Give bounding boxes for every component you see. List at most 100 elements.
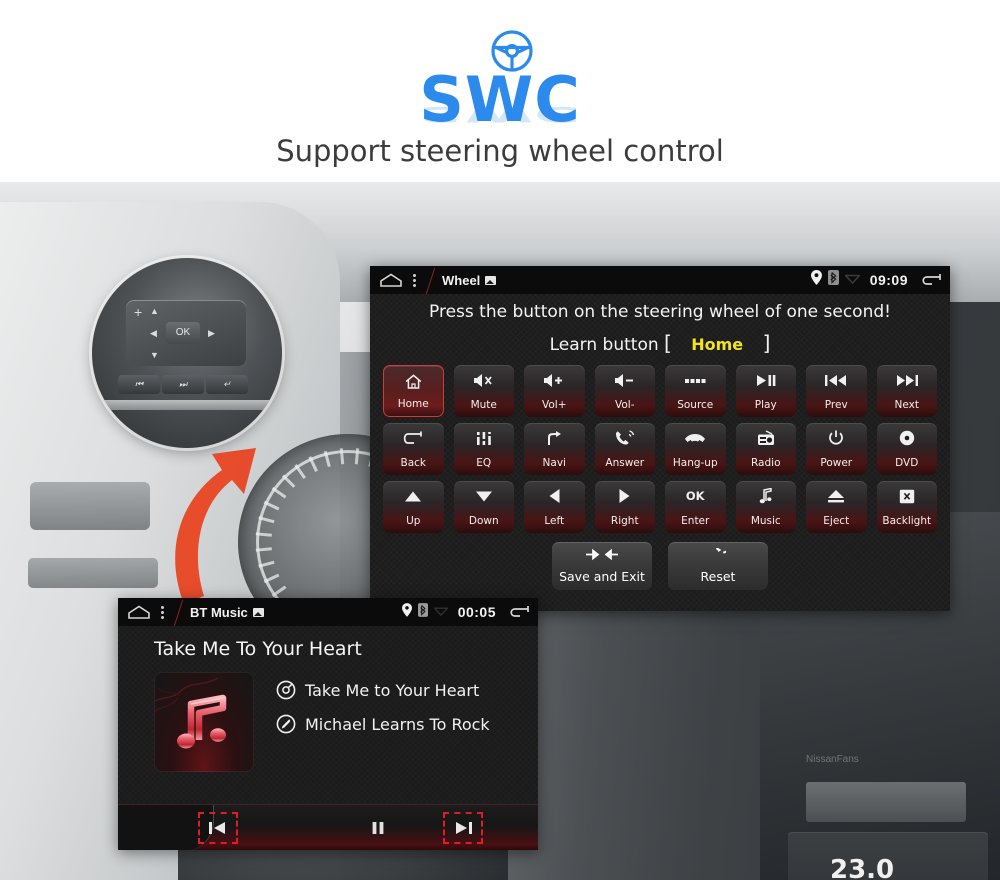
key-backlight[interactable]: Backlight (876, 481, 938, 533)
wheel-statusbar-clock: 09:09 (869, 272, 908, 288)
statusbar-divider (172, 598, 188, 626)
key-up[interactable]: Up (383, 481, 444, 533)
key-label: Radio (750, 457, 781, 469)
key-label: EQ (476, 457, 492, 469)
key-label: Prev (824, 399, 848, 411)
eject-icon (806, 488, 867, 506)
inset-arrow-down-icon: ▼ (150, 350, 159, 360)
key-label: Source (677, 399, 714, 411)
radio-icon (736, 430, 797, 448)
key-label: Home (397, 398, 429, 410)
inset-arrow-left-icon: ◀ (150, 328, 157, 338)
key-vol-up[interactable]: Vol+ (524, 365, 585, 417)
key-prev[interactable]: Prev (806, 365, 867, 417)
key-hangup[interactable]: Hang-up (665, 423, 726, 475)
climate-temperature: 23.0 (830, 855, 895, 880)
reset-button[interactable]: Reset (668, 539, 768, 590)
key-play[interactable]: Play (735, 365, 796, 417)
save-exit-arrows-icon (552, 548, 652, 565)
home-icon (384, 373, 443, 391)
key-label: Power (820, 457, 853, 469)
back-arrow-icon[interactable] (920, 273, 942, 288)
key-home[interactable]: Home (383, 365, 444, 417)
key-left[interactable]: Left (524, 481, 585, 533)
backlight-icon (877, 488, 938, 506)
photo-watermark: NissanFans (806, 754, 859, 765)
red-pointer-arrow-icon (160, 408, 340, 608)
key-right[interactable]: Right (594, 481, 656, 533)
now-playing-title: Take Me To Your Heart (154, 638, 362, 660)
disc-icon (276, 680, 296, 700)
key-label: Mute (470, 399, 497, 411)
player-control-bar (118, 804, 538, 850)
key-navi[interactable]: Navi (524, 423, 585, 475)
key-answer[interactable]: Answer (594, 423, 656, 475)
track-metadata: Take Me to Your Heart Michael Learns To … (254, 672, 490, 772)
instruction-text: Press the button on the steering wheel o… (429, 302, 891, 322)
swc-learning-screen: Wheel 09:09 Press the button on the stee… (370, 266, 950, 611)
key-vol-down[interactable]: Vol- (594, 365, 656, 417)
arrow-down-icon (454, 488, 515, 506)
key-label: Next (894, 399, 919, 411)
key-label: Navi (542, 457, 566, 469)
more-vertical-icon[interactable] (404, 266, 424, 294)
play-pause-button[interactable] (308, 812, 448, 844)
key-label: Hang-up (672, 457, 718, 469)
next-track-button[interactable] (443, 812, 483, 844)
key-enter[interactable]: OK Enter (665, 481, 726, 533)
bluetooth-icon (417, 602, 428, 622)
statusbar-icon-group (401, 602, 449, 622)
key-dvd[interactable]: DVD (876, 423, 937, 475)
previous-track-button[interactable] (198, 812, 238, 844)
key-down[interactable]: Down (453, 481, 515, 533)
music-note-art-icon (177, 694, 227, 749)
power-icon (806, 430, 867, 448)
back-arrow-icon[interactable] (508, 605, 530, 620)
music-statusbar-title: BT Music (190, 604, 248, 620)
microphone-icon (276, 714, 296, 734)
inset-arrow-up-icon: ▲ (150, 306, 159, 316)
key-music[interactable]: Music (735, 481, 796, 533)
statusbar-divider (424, 266, 440, 294)
location-pin-icon (401, 602, 412, 622)
equalizer-icon (454, 430, 515, 448)
key-label: Enter (681, 515, 710, 527)
volume-down-icon (595, 372, 656, 390)
key-label: Backlight (882, 515, 932, 527)
page-header: SWC SWC Support steering wheel control (0, 0, 1000, 182)
save-and-exit-button[interactable]: Save and Exit (552, 542, 652, 590)
reset-circle-icon (668, 539, 768, 565)
skip-next-icon (877, 372, 938, 390)
home-outline-icon[interactable] (126, 598, 152, 626)
home-outline-icon[interactable] (378, 266, 404, 294)
key-eject[interactable]: Eject (806, 481, 867, 533)
key-back[interactable]: Back (383, 423, 444, 475)
key-radio[interactable]: Radio (735, 423, 797, 475)
key-next[interactable]: Next (876, 365, 938, 417)
more-vertical-icon[interactable] (152, 598, 172, 626)
learn-button-label: Learn button (549, 335, 659, 355)
arrow-right-icon (595, 488, 656, 506)
key-eq[interactable]: EQ (453, 423, 515, 475)
ok-text-icon: OK (685, 489, 705, 503)
key-source[interactable]: Source (665, 365, 726, 417)
learn-button-value: Home (691, 335, 744, 354)
inset-volume-up-key: + (134, 304, 143, 320)
key-mute[interactable]: Mute (453, 365, 514, 417)
wheel-statusbar: Wheel 09:09 (370, 266, 950, 294)
screenshot-root: SWC SWC Support steering wheel control 2… (0, 0, 1000, 880)
key-label: Right (610, 515, 639, 527)
key-label: Up (406, 515, 421, 527)
page-title: SWC (419, 63, 581, 136)
bracket-right: ] (762, 331, 771, 355)
key-power[interactable]: Power (806, 423, 867, 475)
swc-function-key-grid: Home Mute Vol+ Vol- Source Play Prev Nex… (370, 355, 950, 533)
music-panel-body: Take Me To Your Heart Take Me to Your He… (118, 626, 538, 850)
learn-button-row: Learn button [ Home ] (370, 322, 950, 355)
wheel-panel-body: Press the button on the steering wheel o… (370, 294, 950, 611)
track-row: Take Me to Your Heart (276, 680, 490, 700)
console-upper-screen (806, 782, 966, 822)
volume-up-icon (524, 372, 585, 390)
key-label: Down (468, 515, 499, 527)
phone-answer-icon (595, 430, 656, 448)
